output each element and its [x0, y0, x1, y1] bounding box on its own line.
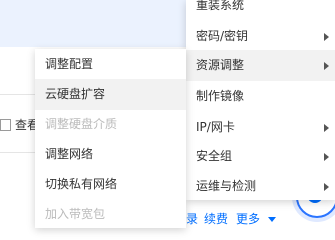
menu-item-create-image[interactable]: 制作镜像 [186, 81, 335, 112]
more-link[interactable]: 更多 [236, 210, 260, 228]
submenu-item-switch-vpc[interactable]: 切换私有网络 [35, 169, 186, 200]
caret-right-icon [324, 33, 329, 41]
menu-item-label: IP/网卡 [196, 120, 235, 134]
menu-item-label: 运维与检测 [196, 179, 257, 193]
row-checkbox[interactable] [0, 119, 11, 131]
submenu-item-adjust-config[interactable]: 调整配置 [35, 49, 186, 80]
menu-item-label: 密码/密钥 [196, 29, 249, 43]
menu-item-label: 重装系统 [196, 0, 245, 12]
menu-item-label: 安全组 [196, 149, 233, 163]
resource-adjust-submenu: 调整配置 云硬盘扩容 调整硬盘介质 调整网络 切换私有网络 加入带宽包 [35, 49, 186, 228]
menu-item-reinstall[interactable]: 重装系统 [186, 0, 335, 21]
submenu-item-label: 调整硬盘介质 [45, 117, 118, 131]
menu-item-label: 资源调整 [196, 58, 245, 72]
submenu-item-label: 调整网络 [45, 147, 94, 161]
menu-item-ip-nic[interactable]: IP/网卡 [186, 112, 335, 143]
submenu-item-adjust-network[interactable]: 调整网络 [35, 139, 186, 170]
menu-item-ops-monitor[interactable]: 运维与检测 [186, 171, 335, 202]
caret-right-icon [324, 183, 329, 191]
caret-right-icon [324, 62, 329, 70]
renew-link[interactable]: 续费 [204, 210, 228, 228]
submenu-item-join-bandwidth-pkg: 加入带宽包 [35, 199, 186, 230]
submenu-item-label: 切换私有网络 [45, 177, 118, 191]
caret-right-icon [324, 124, 329, 132]
submenu-item-label: 调整配置 [45, 57, 94, 71]
instance-more-menu: 重装系统 密码/密钥 资源调整 制作镜像 IP/网卡 安全组 运维与检测 [186, 0, 335, 200]
submenu-item-label: 加入带宽包 [45, 207, 106, 221]
caret-down-icon[interactable] [268, 217, 276, 222]
submenu-item-disk-expand[interactable]: 云硬盘扩容 [35, 79, 186, 110]
caret-right-icon [324, 153, 329, 161]
menu-item-security-group[interactable]: 安全组 [186, 141, 335, 172]
menu-item-label: 制作镜像 [196, 89, 245, 103]
menu-item-password-key[interactable]: 密码/密钥 [186, 21, 335, 52]
partial-link[interactable]: 录 [186, 210, 198, 228]
submenu-item-label: 云硬盘扩容 [45, 87, 106, 101]
menu-item-resource-adjust[interactable]: 资源调整 [186, 50, 335, 81]
submenu-item-adjust-disk-media: 调整硬盘介质 [35, 109, 186, 140]
